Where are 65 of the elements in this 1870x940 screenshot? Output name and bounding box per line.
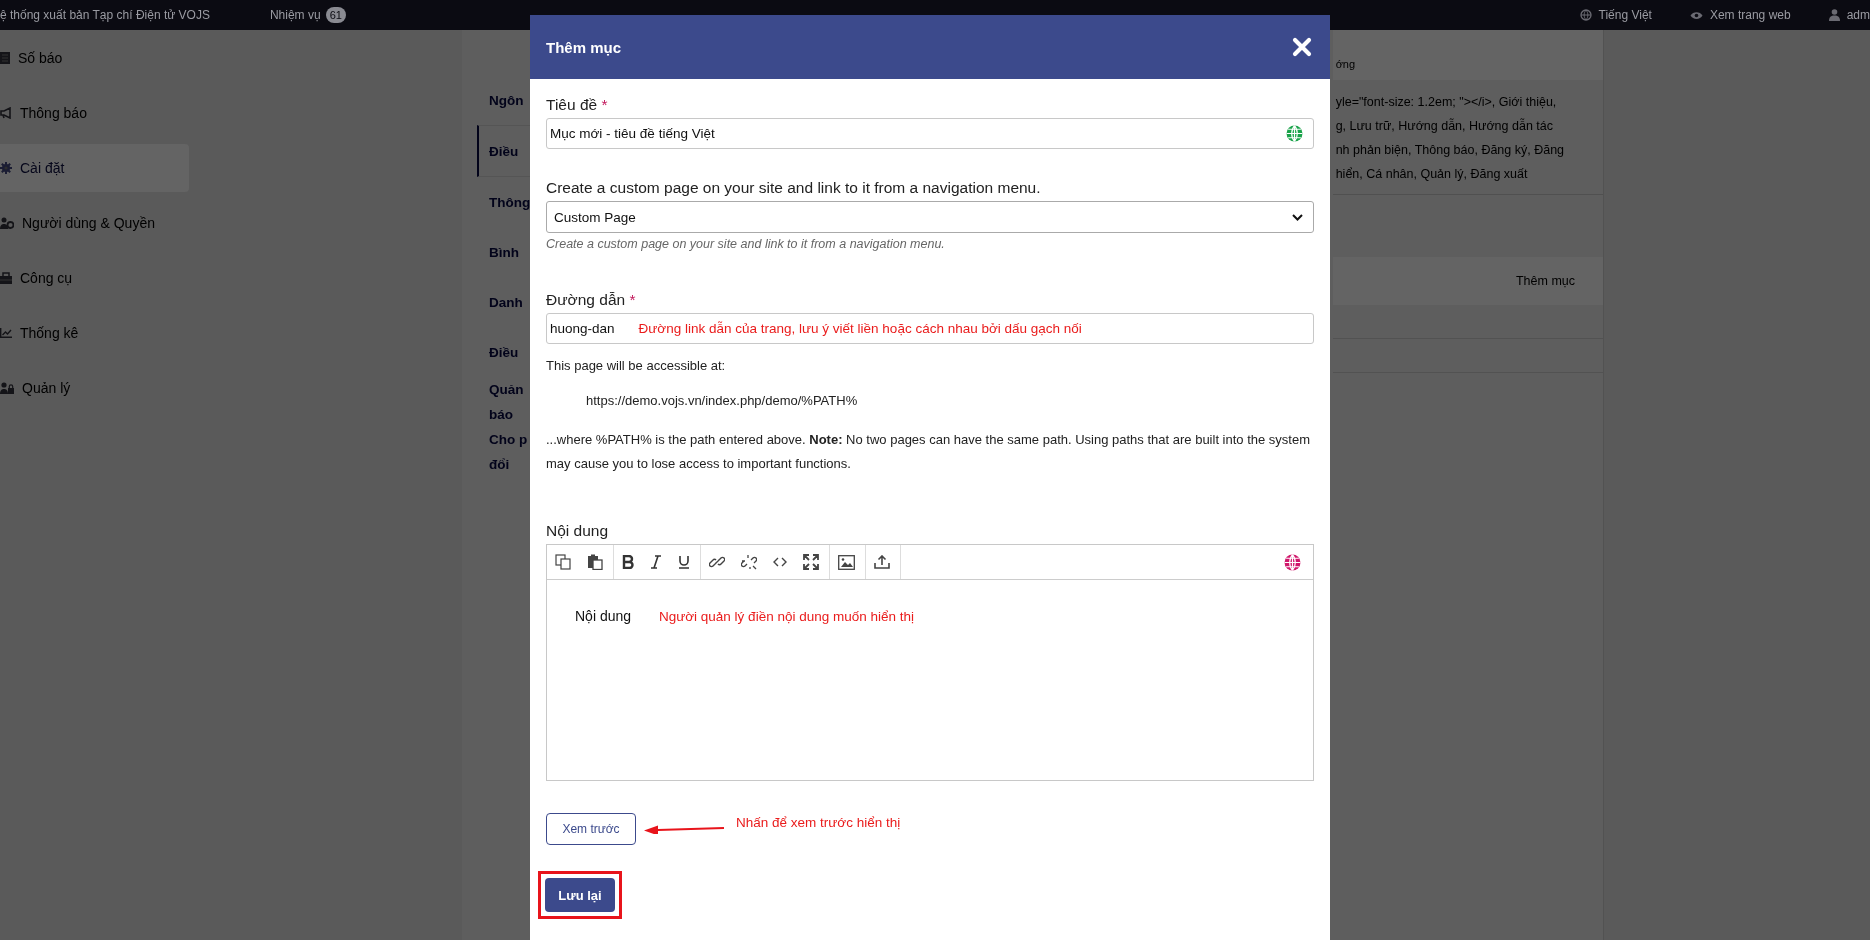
user-lock-icon	[0, 382, 14, 394]
field-label: Create a custom page on your site and link to it from a navigation menu.	[546, 179, 1042, 197]
broken-link-icon[interactable]	[741, 554, 757, 570]
menu-items-text: nh phản biện, Thông báo, Đăng ký, Đăng	[1335, 142, 1566, 159]
annotation-text: Người quản lý điền nội dung muốn hiển thị	[658, 609, 914, 624]
menu-items-text: yle="font-size: 1.2em; "></i>, Giới thiệu,	[1335, 94, 1558, 111]
preview-button[interactable]: Xem trước	[546, 813, 636, 845]
sidebar-item[interactable]: Thống kê	[0, 309, 189, 357]
sidebar-item[interactable]: Quản lý	[0, 364, 189, 412]
field-label: Đường dẫn	[546, 291, 626, 308]
bold-icon[interactable]	[622, 555, 634, 569]
gear-icon	[0, 162, 12, 174]
globe-icon[interactable]	[1284, 553, 1301, 571]
title-input-field[interactable]: Mục mới - tiêu đề tiếng Việt	[546, 118, 1314, 149]
sidebar-item[interactable]: Cài đặt	[0, 144, 189, 192]
copy-icon[interactable]	[555, 554, 571, 570]
sidebar-item[interactable]: Thông báo	[0, 89, 189, 137]
sidebar-item[interactable]: Công cụ	[0, 254, 189, 302]
toolbox-icon	[0, 272, 12, 284]
upload-icon[interactable]	[874, 555, 890, 569]
sidebar-item[interactable]: Số báo	[0, 34, 189, 82]
note-text: ...where %PATH% is the path entered above. Note: No two pages can have the same path. Using paths that are built into the system may cause you to lose access to important functions.	[546, 431, 1312, 473]
annotation-text: Nhấn để xem trước hiển thị	[736, 814, 901, 830]
link-icon[interactable]	[709, 554, 725, 570]
field-label: Tiêu đề	[546, 96, 598, 113]
annotation-text: Đường link dẫn của trang, lưu ý viết liền hoặc cách nhau bởi dấu gạch nối	[638, 321, 1082, 336]
content-text: Nội dung	[575, 608, 632, 624]
help-text: Create a custom page on your site and link to it from a navigation menu.	[546, 237, 946, 251]
task-count-badge: 61	[325, 7, 346, 23]
required-mark: *	[601, 96, 608, 113]
field-label: Nội dung	[546, 522, 610, 540]
info-text: This page will be accessible at:	[546, 358, 727, 373]
path-input-field[interactable]: huong-dan Đường link dẫn của trang, lưu ý viết liền hoặc cách nhau bởi dấu gạch nối	[546, 313, 1314, 344]
clipboard-icon[interactable]	[587, 554, 603, 570]
sidebar-item[interactable]: Người dùng & Quyền	[0, 199, 189, 247]
dialog-title: Thêm mục	[546, 38, 621, 56]
code-icon[interactable]	[773, 557, 787, 567]
page-type-dropdown[interactable]: Custom Page	[546, 201, 1314, 233]
top-bar-link[interactable]: Tiếng Việt	[1598, 8, 1652, 22]
list-icon	[0, 52, 10, 64]
top-bar-link[interactable]: adm	[1846, 8, 1870, 22]
globe-icon	[1579, 9, 1592, 21]
expand-icon[interactable]	[803, 554, 819, 570]
user-icon	[1828, 9, 1840, 21]
menu-items-text: g, Lưu trữ, Hướng dẫn, Hướng dẫn tác	[1335, 117, 1554, 135]
underline-icon[interactable]	[678, 555, 690, 569]
chevron-down-icon	[1292, 213, 1303, 221]
close-icon[interactable]	[1292, 37, 1312, 57]
save-button[interactable]: Lưu lại	[545, 878, 615, 912]
menu-items-text: hiển, Cá nhân, Quản lý, Đăng xuất	[1335, 166, 1529, 183]
site-title[interactable]: ệ thống xuất bản Tạp chí Điện tử VOJS	[0, 8, 210, 22]
chart-icon	[0, 328, 12, 338]
globe-icon[interactable]	[1286, 125, 1303, 142]
add-item-link[interactable]: Thêm mục	[1515, 274, 1575, 288]
tasks-link[interactable]: Nhiệm vụ	[269, 8, 321, 22]
editor-content-area[interactable]: Nội dung Người quản lý điền nội dung muốn hiển thị	[547, 580, 1313, 780]
italic-icon[interactable]	[650, 555, 662, 569]
megaphone-icon	[0, 107, 12, 119]
url-text: https://demo.vojs.vn/index.php/demo/%PATH%	[585, 393, 859, 408]
eye-icon	[1689, 10, 1703, 20]
table-header-text: ớng	[1332, 30, 1603, 80]
users-icon	[0, 217, 14, 229]
top-bar-link[interactable]: Xem trang web	[1709, 8, 1791, 22]
image-icon[interactable]	[838, 554, 855, 570]
required-mark: *	[629, 291, 636, 308]
